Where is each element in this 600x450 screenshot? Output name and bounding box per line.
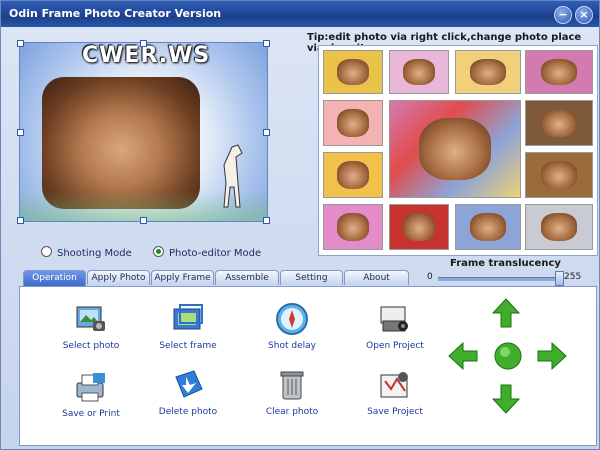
horse-icon bbox=[223, 144, 243, 208]
select-photo-button[interactable]: Select photo bbox=[46, 301, 136, 351]
thumbnail-photo bbox=[540, 212, 578, 242]
radio-dot-selected bbox=[153, 246, 164, 257]
move-down-button[interactable] bbox=[491, 383, 521, 415]
selection-handle[interactable] bbox=[17, 129, 24, 136]
shooting-mode-label: Shooting Mode bbox=[57, 248, 132, 259]
thumbnail-photo bbox=[336, 108, 370, 138]
tab-assemble-photo[interactable]: Assemble photo bbox=[215, 270, 279, 298]
shooting-mode-radio[interactable]: Shooting Mode bbox=[41, 246, 132, 259]
select-photo-label: Select photo bbox=[62, 341, 120, 351]
thumbnail-photo bbox=[470, 58, 506, 86]
slider-min-label: 0 bbox=[427, 272, 433, 282]
frame-thumbnail[interactable] bbox=[525, 100, 593, 146]
thumbnail-photo bbox=[402, 212, 436, 242]
move-right-button[interactable] bbox=[536, 341, 568, 371]
select-frame-label: Select frame bbox=[159, 341, 217, 351]
compass-icon bbox=[274, 301, 310, 337]
tab-apply-frame[interactable]: Apply Frame bbox=[151, 270, 214, 285]
slider-max-label: 255 bbox=[564, 272, 582, 282]
frame-thumbnail[interactable] bbox=[389, 204, 449, 250]
editor-mode-label: Photo-editor Mode bbox=[169, 248, 262, 259]
open-project-label: Open Project bbox=[366, 341, 424, 351]
selection-handle[interactable] bbox=[263, 40, 270, 47]
thumbnail-photo bbox=[336, 212, 370, 242]
frame-thumbnail[interactable] bbox=[389, 50, 449, 94]
delete-photo-button[interactable]: Delete photo bbox=[143, 367, 233, 417]
delete-icon bbox=[170, 367, 206, 403]
frame-thumbnail[interactable] bbox=[455, 50, 521, 94]
editor-mode-radio[interactable]: Photo-editor Mode bbox=[153, 246, 261, 259]
clear-photo-button[interactable]: Clear photo bbox=[247, 367, 337, 417]
thumbnail-photo bbox=[336, 160, 370, 190]
open-project-button[interactable]: Open Project bbox=[350, 301, 440, 351]
selection-handle[interactable] bbox=[140, 40, 147, 47]
selection-handle[interactable] bbox=[140, 217, 147, 224]
window-title: Odin Frame Photo Creator Version bbox=[9, 7, 222, 20]
translucency-label: Frame translucency bbox=[450, 258, 561, 269]
photo-icon bbox=[73, 301, 109, 337]
app-window: Odin Frame Photo Creator Version − × CWE… bbox=[0, 0, 600, 450]
save-or-print-label: Save or Print bbox=[62, 409, 120, 419]
thumbnail-photo bbox=[540, 58, 578, 86]
selection-handle[interactable] bbox=[17, 217, 24, 224]
translucency-slider-track[interactable] bbox=[438, 277, 560, 281]
selection-handle[interactable] bbox=[17, 40, 24, 47]
thumbnail-photo bbox=[402, 58, 436, 86]
title-bar[interactable]: Odin Frame Photo Creator Version − × bbox=[1, 1, 599, 27]
frame-thumbnail[interactable] bbox=[525, 152, 593, 198]
selection-handle[interactable] bbox=[263, 217, 270, 224]
frame-thumbnail[interactable] bbox=[323, 100, 383, 146]
move-up-button[interactable] bbox=[491, 297, 521, 329]
translucency-slider-thumb[interactable] bbox=[555, 271, 564, 286]
printer-icon bbox=[73, 369, 109, 405]
shot-delay-button[interactable]: Shot delay bbox=[247, 301, 337, 351]
selection-handle[interactable] bbox=[263, 129, 270, 136]
frame-thumbnail[interactable] bbox=[525, 50, 593, 94]
close-button[interactable]: × bbox=[575, 6, 593, 24]
tab-about[interactable]: About bbox=[344, 270, 409, 285]
thumbnail-photo bbox=[336, 58, 370, 86]
thumbnail-photo bbox=[540, 160, 578, 190]
delete-photo-label: Delete photo bbox=[158, 407, 218, 417]
select-frame-button[interactable]: Select frame bbox=[143, 301, 233, 351]
tab-operation[interactable]: Operation bbox=[23, 270, 86, 286]
clear-photo-label: Clear photo bbox=[265, 407, 319, 417]
tab-setting[interactable]: Setting bbox=[280, 270, 343, 285]
frame-thumbnail[interactable] bbox=[323, 50, 383, 94]
thumbnail-photo bbox=[418, 118, 492, 180]
thumbnail-photo bbox=[470, 212, 506, 242]
center-button[interactable] bbox=[493, 341, 523, 371]
frame-thumbnail[interactable] bbox=[323, 152, 383, 198]
selected-frame-preview[interactable] bbox=[389, 100, 521, 198]
thumbnail-photo bbox=[540, 108, 578, 138]
tab-apply-photo[interactable]: Apply Photo bbox=[87, 270, 150, 285]
minimize-button[interactable]: − bbox=[554, 6, 572, 24]
save-project-icon bbox=[377, 367, 413, 403]
trash-bin-icon bbox=[274, 367, 310, 403]
frame-thumbnail[interactable] bbox=[525, 204, 593, 250]
frame-icon bbox=[170, 301, 206, 337]
radio-dot bbox=[41, 246, 52, 257]
frame-gallery bbox=[318, 45, 598, 256]
save-project-label: Save Project bbox=[367, 407, 423, 417]
save-project-button[interactable]: Save Project bbox=[350, 367, 440, 417]
photo-preview[interactable]: CWER.WS bbox=[19, 42, 268, 222]
projector-icon bbox=[377, 301, 413, 337]
move-left-button[interactable] bbox=[447, 341, 479, 371]
operation-panel: Select photo Select frame Shot delay Ope… bbox=[19, 286, 597, 446]
portrait-photo[interactable] bbox=[42, 77, 200, 209]
save-or-print-button[interactable]: Save or Print bbox=[46, 369, 136, 419]
frame-thumbnail[interactable] bbox=[455, 204, 521, 250]
shot-delay-label: Shot delay bbox=[268, 341, 316, 351]
frame-thumbnail[interactable] bbox=[323, 204, 383, 250]
